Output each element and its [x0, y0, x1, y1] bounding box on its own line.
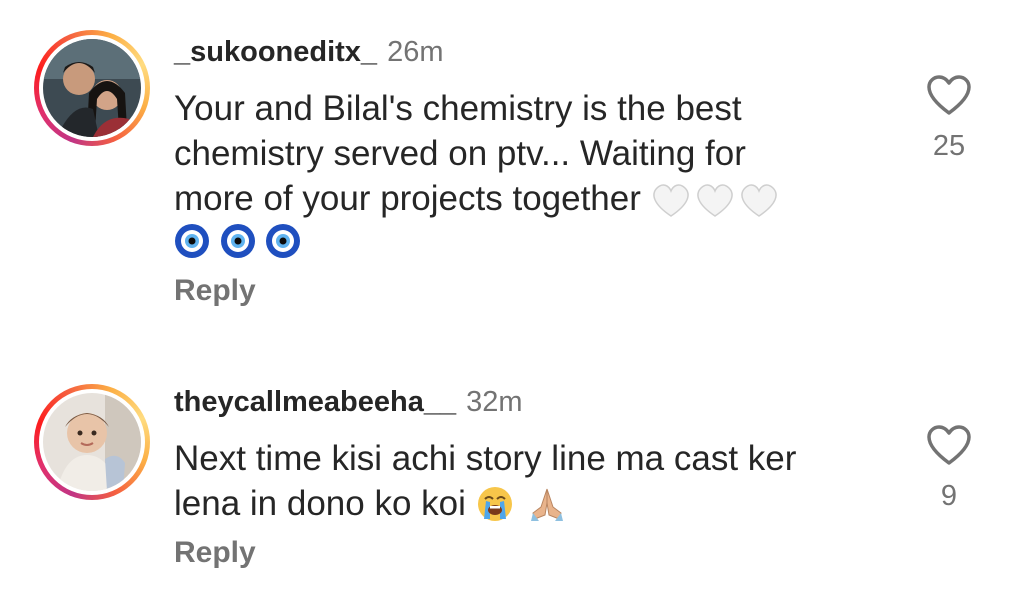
heart-outline-icon[interactable] [926, 424, 972, 466]
comment-line-text: lena in dono ko koi [174, 484, 466, 523]
comment-line-text: more of your projects together [174, 179, 641, 218]
emoji-line [174, 223, 874, 270]
comment-line: chemistry served on ptv... Waiting for [174, 134, 746, 173]
white-heart-icon [696, 184, 733, 218]
folded-hands-icon [531, 489, 564, 522]
emoji-group [651, 178, 783, 223]
reply-button[interactable]: Reply [174, 274, 256, 308]
avatar-story-ring[interactable] [34, 30, 150, 146]
comment-header: theycallmeabeeha__ 32m [174, 384, 523, 420]
like-control: 9 [918, 424, 980, 513]
comment-item: theycallmeabeeha__ 32m Next time kisi ach… [0, 370, 1024, 594]
comment-line-with-emoji: lena in dono ko koi [174, 481, 874, 528]
username-link[interactable]: theycallmeabeeha__ [174, 386, 456, 418]
comment-header: _sukooneditx_ 26m [174, 34, 443, 70]
nazar-amulet-icon [266, 224, 301, 259]
comment-line-with-emoji: more of your projects together [174, 176, 874, 223]
loudly-crying-face-icon [477, 487, 512, 522]
like-control: 25 [918, 74, 980, 163]
white-heart-icon [740, 184, 777, 218]
avatar[interactable] [43, 39, 141, 137]
comment-item: _sukooneditx_ 26m Your and Bilal's chemis… [0, 0, 1024, 340]
comment-timestamp: 32m [466, 386, 523, 418]
heart-outline-icon[interactable] [926, 74, 972, 116]
like-count: 25 [932, 130, 966, 162]
emoji-group [476, 483, 572, 528]
reply-button[interactable]: Reply [174, 536, 256, 570]
white-heart-icon [652, 184, 689, 218]
avatar-story-ring[interactable] [34, 384, 150, 500]
comment-text: Your and Bilal's chemistry is the best c… [174, 86, 874, 270]
username-link[interactable]: _sukooneditx_ [174, 36, 377, 68]
comment-line: Your and Bilal's chemistry is the best [174, 89, 742, 128]
nazar-amulet-icon [175, 224, 209, 259]
comment-timestamp: 26m [387, 36, 444, 68]
like-count: 9 [940, 480, 958, 512]
comment-line: Next time kisi achi story line ma cast k… [174, 439, 797, 478]
comment-text: Next time kisi achi story line ma cast k… [174, 436, 874, 528]
nazar-amulet-icon [220, 224, 255, 259]
avatar[interactable] [43, 393, 141, 491]
